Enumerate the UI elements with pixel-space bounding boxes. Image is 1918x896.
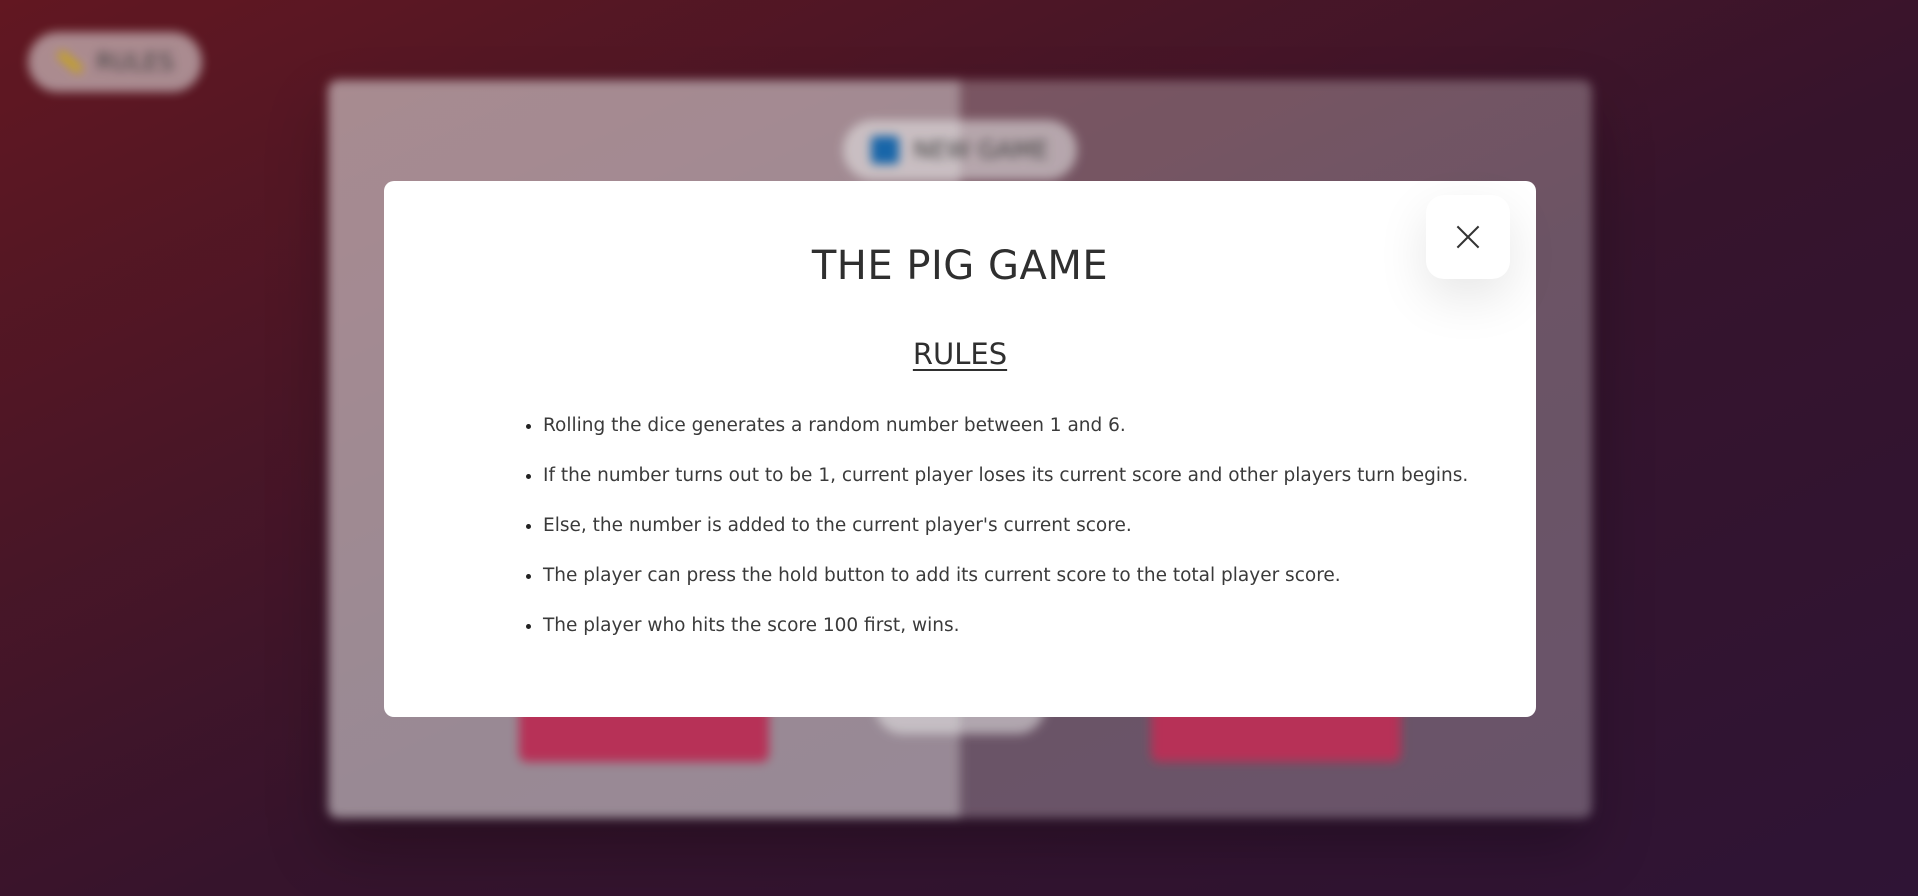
rule-item: If the number turns out to be 1, current… — [543, 463, 1468, 489]
rules-list: Rolling the dice generates a random numb… — [519, 413, 1468, 663]
modal-subtitle: RULES — [912, 337, 1008, 371]
rules-modal: THE PIG GAME RULES Rolling the dice gene… — [384, 181, 1536, 717]
rule-item: The player who hits the score 100 first,… — [543, 613, 1468, 639]
modal-title: THE PIG GAME — [811, 243, 1109, 289]
rule-item: Else, the number is added to the current… — [543, 513, 1468, 539]
rule-item: The player can press the hold button to … — [543, 563, 1468, 589]
rule-item: Rolling the dice generates a random numb… — [543, 413, 1468, 439]
